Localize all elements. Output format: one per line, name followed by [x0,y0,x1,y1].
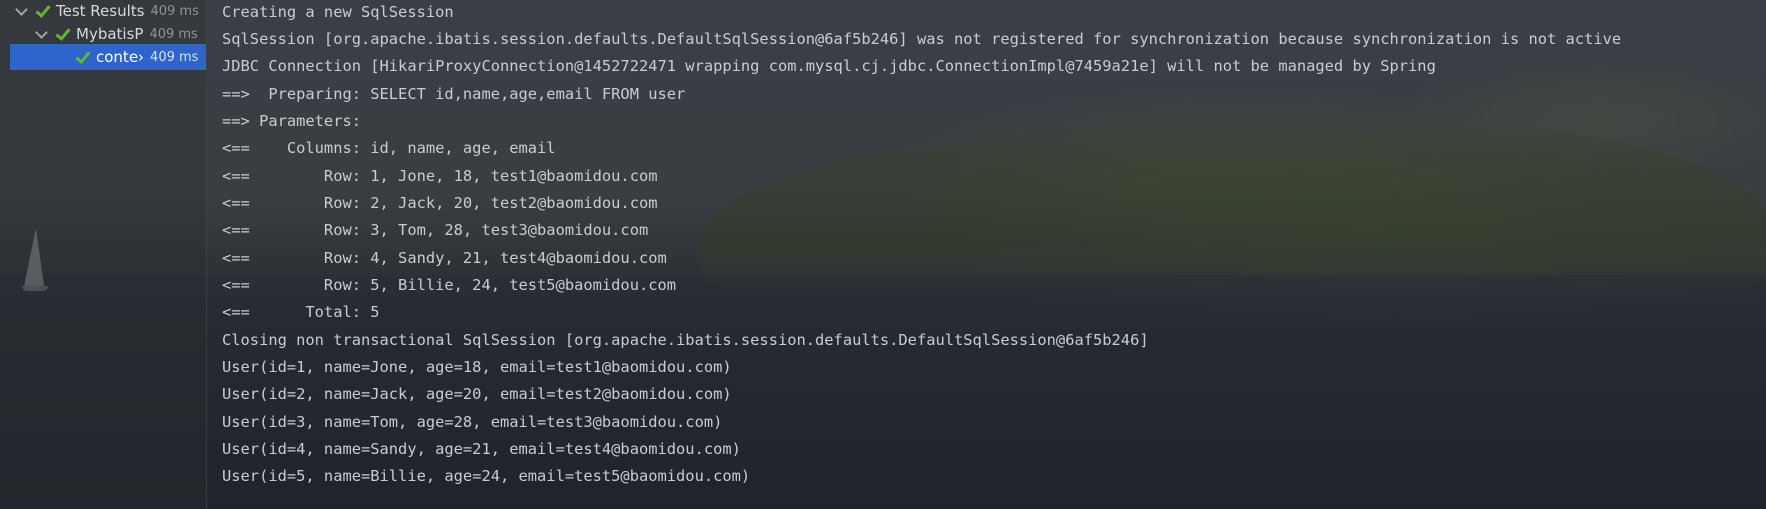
console-line: <== Columns: id, name, age, email [222,139,556,157]
console-output[interactable]: Creating a new SqlSession SqlSession [or… [222,0,1762,509]
check-icon [34,3,50,19]
chevron-down-icon[interactable] [34,27,48,41]
console-line: User(id=2, name=Jack, age=20, email=test… [222,385,732,403]
tree-item-duration: 409 ms [150,49,199,65]
console-line: JDBC Connection [HikariProxyConnection@1… [222,57,1436,75]
console-line: <== Row: 5, Billie, 24, test5@baomidou.c… [222,276,677,294]
console-line: <== Row: 3, Tom, 28, test3@baomidou.com [222,221,649,239]
console-line: User(id=5, name=Billie, age=24, email=te… [222,467,751,485]
console-line: <== Row: 4, Sandy, 21, test4@baomidou.co… [222,249,667,267]
console-line: <== Row: 1, Jone, 18, test1@baomidou.com [222,167,658,185]
console-line: ==> Preparing: SELECT id,name,age,email … [222,85,686,103]
console-line: User(id=1, name=Jone, age=18, email=test… [222,358,732,376]
console-line: SqlSession [org.apache.ibatis.session.de… [222,30,1622,48]
check-icon [54,26,70,42]
check-icon [74,49,90,65]
tree-item-duration: 409 ms [149,26,198,42]
console-line: User(id=3, name=Tom, age=28, email=test3… [222,413,723,431]
tree-item-label: MybatisP [76,25,144,43]
console-line: <== Row: 2, Jack, 20, test2@baomidou.com [222,194,658,212]
tree-item-duration: 409 ms [150,3,199,19]
test-results-tree: Test Results 409 ms MybatisP 409 ms cont… [0,0,207,509]
console-line: Creating a new SqlSession [222,3,454,21]
tree-item-label: Test Results [56,2,145,20]
console-line: User(id=4, name=Sandy, age=21, email=tes… [222,440,741,458]
console-line: <== Total: 5 [222,303,380,321]
chevron-down-icon[interactable] [14,4,28,18]
console-line: ==> Parameters: [222,112,371,130]
tree-item-context-test[interactable]: conte› 409 ms [10,44,206,70]
tree-item-label: conte› [96,48,145,66]
ide-run-window: Test Results 409 ms MybatisP 409 ms cont… [0,0,1766,509]
console-line: Closing non transactional SqlSession [or… [222,331,1149,349]
